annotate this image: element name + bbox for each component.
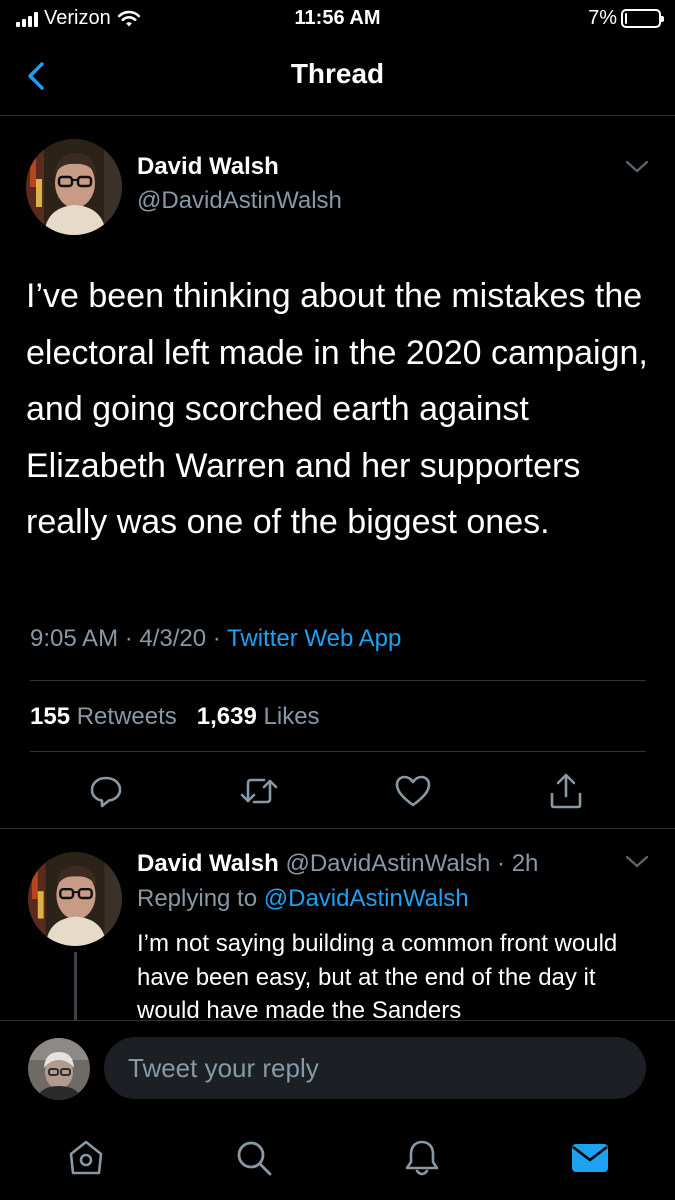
reply-input[interactable] — [104, 1037, 646, 1099]
avatar[interactable] — [26, 139, 122, 235]
user-avatar[interactable] — [28, 1038, 90, 1100]
more-options-button[interactable] — [625, 854, 649, 870]
tab-messages[interactable] — [566, 1134, 614, 1182]
tweet-text: I’ve been thinking about the mistakes th… — [26, 277, 648, 541]
tweet-source-link[interactable]: Twitter Web App — [227, 625, 401, 652]
page-title: Thread — [290, 58, 385, 89]
reply-text: I’m not saying building a common front w… — [137, 930, 618, 1020]
replying-mention-link[interactable]: @DavidAstinWalsh — [264, 885, 469, 912]
meta-separator: · — [118, 625, 140, 652]
battery-percent: 7% — [588, 7, 617, 29]
status-right: 7% — [588, 7, 664, 30]
retweets-count: 155 — [30, 703, 71, 730]
likes-stat[interactable]: 1,639 Likes — [197, 703, 320, 730]
heart-icon — [395, 775, 431, 807]
share-button[interactable] — [542, 767, 590, 815]
tab-bar — [0, 1120, 675, 1200]
meta-separator: · — [490, 850, 512, 877]
home-icon — [69, 1140, 103, 1175]
comment-icon — [90, 776, 122, 808]
divider — [30, 680, 646, 681]
status-time: 11:56 AM — [294, 7, 381, 29]
meta-separator: · — [206, 625, 228, 652]
share-icon — [550, 773, 582, 809]
retweet-icon — [240, 778, 278, 804]
thread-line — [74, 952, 77, 1020]
likes-label: Likes — [263, 703, 320, 730]
reply-author-name[interactable]: David Walsh — [137, 850, 279, 877]
tweet-time: 9:05 AM — [30, 625, 119, 652]
tab-search[interactable] — [230, 1134, 278, 1182]
reply-tweet[interactable]: David Walsh @DavidAstinWalsh · 2h Replyi… — [0, 830, 675, 1020]
main-tweet: David Walsh @DavidAstinWalsh I’ve been t… — [0, 117, 675, 829]
like-button[interactable] — [389, 767, 437, 815]
retweets-stat[interactable]: 155 Retweets — [30, 703, 177, 730]
tweet-stats: 155 Retweets 1,639 Likes — [30, 703, 320, 731]
replying-to: Replying to @DavidAstinWalsh — [137, 885, 469, 913]
mail-icon — [572, 1144, 608, 1172]
compose-bar — [0, 1020, 675, 1120]
reply-header: David Walsh @DavidAstinWalsh · 2h — [137, 850, 538, 878]
search-icon — [237, 1141, 272, 1176]
chevron-down-icon — [625, 855, 649, 868]
status-bar: Verizon 11:56 AM 7% — [0, 0, 675, 40]
reply-author-handle[interactable]: @DavidAstinWalsh — [285, 850, 490, 877]
battery-icon — [621, 9, 664, 28]
tab-home[interactable] — [62, 1134, 110, 1182]
author-handle[interactable]: @DavidAstinWalsh — [137, 187, 342, 215]
replying-prefix: Replying to — [137, 885, 258, 912]
retweets-label: Retweets — [76, 703, 177, 730]
avatar[interactable] — [28, 852, 122, 946]
author-name[interactable]: David Walsh — [137, 153, 279, 181]
nav-header: Thread — [0, 40, 675, 116]
bell-icon — [405, 1140, 439, 1176]
reply-age: 2h — [511, 850, 539, 877]
likes-count: 1,639 — [196, 703, 257, 730]
tweet-actions — [30, 767, 646, 817]
reply-button[interactable] — [82, 767, 130, 815]
tab-notifications[interactable] — [398, 1134, 446, 1182]
tweet-date: 4/3/20 — [139, 625, 207, 652]
tweet-meta: 9:05 AM · 4/3/20 · Twitter Web App — [30, 625, 401, 653]
retweet-button[interactable] — [235, 767, 283, 815]
more-options-button[interactable] — [625, 159, 649, 175]
chevron-down-icon — [625, 160, 649, 173]
divider — [30, 751, 646, 752]
